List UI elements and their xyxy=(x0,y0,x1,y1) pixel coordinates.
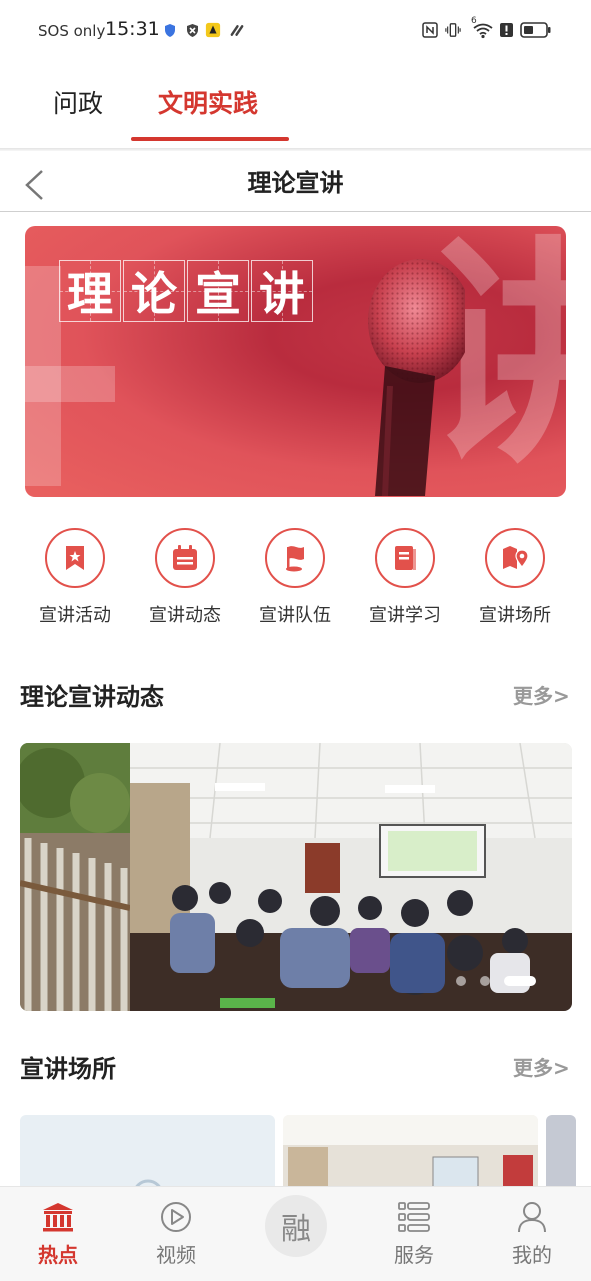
nav-hotspot[interactable]: 热点 xyxy=(18,1199,98,1268)
news-carousel[interactable] xyxy=(20,743,572,1011)
link-icon xyxy=(229,22,245,38)
carousel-dot-active[interactable] xyxy=(504,976,536,986)
nav-label: 视频 xyxy=(156,1243,196,1267)
banner-title: 理 论 宣 讲 xyxy=(59,260,315,322)
tab-wenming-shijian[interactable]: 文明实践 xyxy=(158,84,258,120)
carrier-label: SOS only xyxy=(38,22,106,40)
microphone-image xyxy=(315,236,472,497)
calendar-icon xyxy=(155,528,215,588)
block-icon xyxy=(184,22,200,38)
list-icon xyxy=(374,1199,454,1235)
section-title-venues: 宣讲场所 xyxy=(20,1055,116,1083)
category-label: 宣讲动态 xyxy=(149,605,221,626)
shield-icon xyxy=(162,22,178,38)
page-title: 理论宣讲 xyxy=(247,169,344,197)
tab-wenzheng[interactable]: 问政 xyxy=(53,84,103,120)
clock: 15:31 xyxy=(105,18,160,40)
battery-icon xyxy=(520,22,552,38)
nav-profile[interactable]: 我的 xyxy=(492,1199,572,1268)
category-xuanjiang-dongtai[interactable]: 宣讲动态 xyxy=(130,528,240,627)
bookmark-star-icon xyxy=(45,528,105,588)
category-label: 宣讲队伍 xyxy=(259,605,331,626)
nav-label: 服务 xyxy=(394,1243,434,1267)
top-tab-bar: 问政 文明实践 xyxy=(0,66,591,148)
page-header: 理论宣讲 xyxy=(0,151,591,212)
category-label: 宣讲学习 xyxy=(369,605,441,626)
nav-label: 热点 xyxy=(38,1243,78,1267)
banner[interactable]: 讲 理 论 宣 讲 xyxy=(25,226,566,497)
category-xuanjiang-changsuo[interactable]: 宣讲场所 xyxy=(460,528,570,627)
banner-title-char-text: 讲 xyxy=(259,267,305,321)
carousel-dot[interactable] xyxy=(456,976,466,986)
banner-title-char-text: 宣 xyxy=(195,267,241,321)
venue-card[interactable] xyxy=(20,1115,275,1195)
banner-title-char-text: 论 xyxy=(131,267,177,321)
nav-video[interactable]: 视频 xyxy=(136,1199,216,1268)
banner-title-char: 论 xyxy=(123,260,185,322)
active-tab-indicator xyxy=(131,137,289,141)
venue-photo xyxy=(283,1115,538,1195)
status-bar: SOS only 15:31 6 xyxy=(0,0,591,66)
vibrate-icon xyxy=(445,22,461,38)
center-action-button[interactable]: 融 xyxy=(265,1195,327,1257)
wifi-badge: 6 xyxy=(471,16,477,26)
nav-service[interactable]: 服务 xyxy=(374,1199,454,1268)
play-circle-icon xyxy=(136,1199,216,1235)
carousel-dot[interactable] xyxy=(480,976,490,986)
building-icon xyxy=(18,1199,98,1235)
map-pin-icon xyxy=(485,528,545,588)
news-more-link[interactable]: 更多> xyxy=(513,680,570,709)
image-placeholder-icon xyxy=(132,1179,164,1195)
app-notification-icon xyxy=(205,22,221,38)
nfc-icon xyxy=(422,22,438,38)
banner-title-char: 讲 xyxy=(251,260,313,322)
category-xuanjiang-duiwu[interactable]: 宣讲队伍 xyxy=(240,528,350,627)
category-xuanjiang-xuexi[interactable]: 宣讲学习 xyxy=(350,528,460,627)
carousel-photo xyxy=(20,743,572,1011)
category-label: 宣讲活动 xyxy=(39,605,111,626)
category-xuanjiang-huodong[interactable]: 宣讲活动 xyxy=(20,528,130,627)
banner-title-char-text: 理 xyxy=(67,267,113,321)
user-icon xyxy=(492,1199,572,1235)
venue-card[interactable] xyxy=(283,1115,538,1195)
alert-icon xyxy=(498,22,514,38)
banner-title-char: 宣 xyxy=(187,260,249,322)
section-title-news: 理论宣讲动态 xyxy=(20,683,164,711)
venues-more-link[interactable]: 更多> xyxy=(513,1052,570,1081)
venue-card[interactable] xyxy=(546,1115,576,1195)
banner-title-char: 理 xyxy=(59,260,121,322)
book-icon xyxy=(375,528,435,588)
nav-label: 我的 xyxy=(512,1243,552,1267)
flag-icon xyxy=(265,528,325,588)
category-label: 宣讲场所 xyxy=(479,605,551,626)
bottom-nav: 热点 视频 融 服务 我的 xyxy=(0,1186,591,1281)
